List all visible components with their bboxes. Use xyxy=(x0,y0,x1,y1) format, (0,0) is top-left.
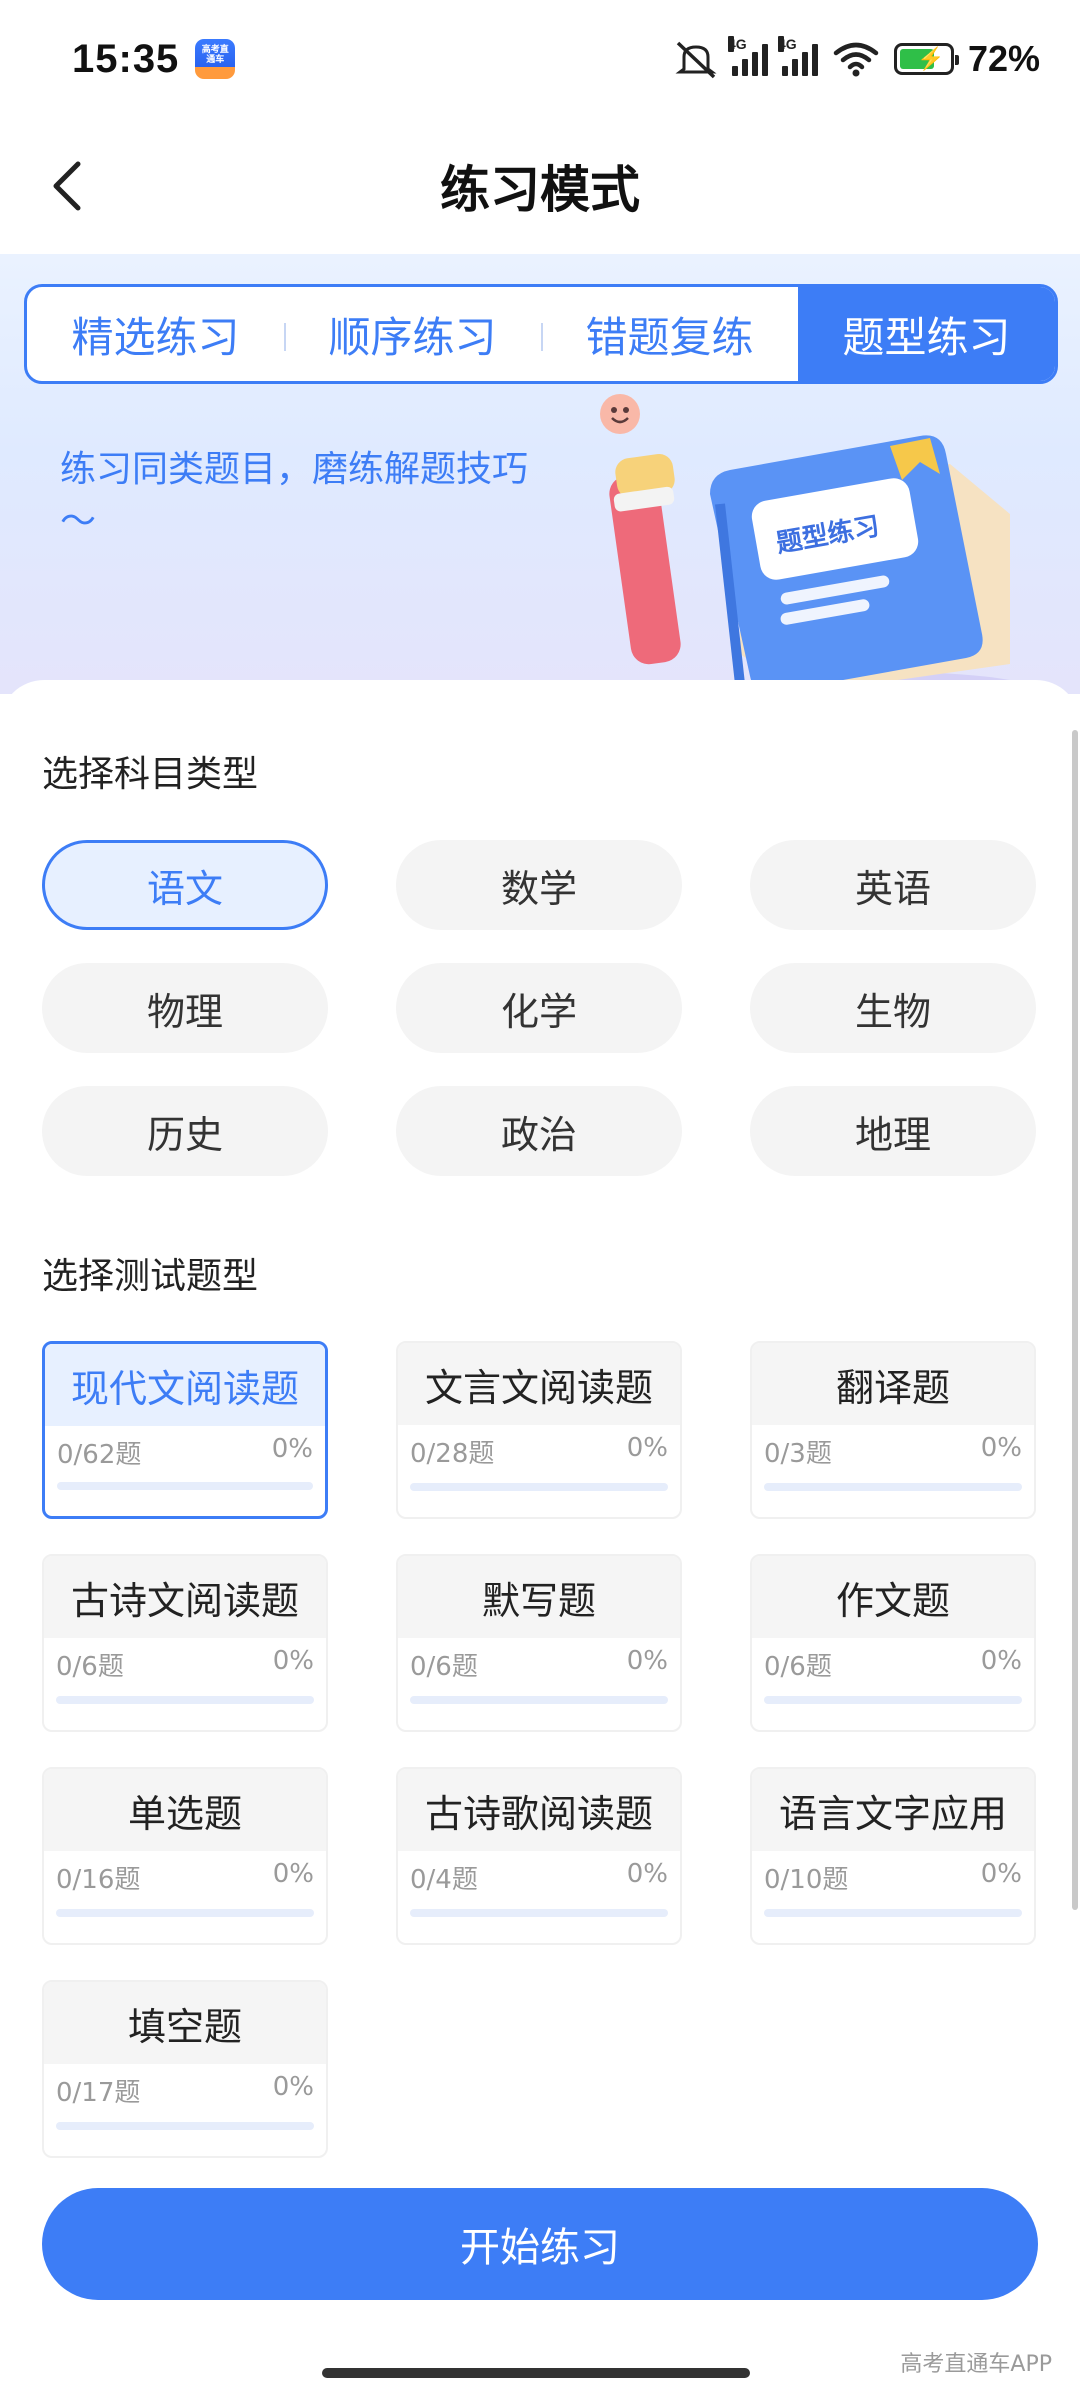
practice-mode-tabs: 精选练习 顺序练习 错题复练 题型练习 xyxy=(24,284,1058,384)
progress-percent: 0% xyxy=(980,1859,1022,1889)
progress-percent: 0% xyxy=(980,1646,1022,1676)
tab-selected-practice[interactable]: 精选练习 xyxy=(27,287,284,381)
app-notification-icon: 高考直通车 xyxy=(195,39,236,79)
question-type-name: 单选题 xyxy=(44,1769,326,1851)
status-icons: 4G 4G ⚡ 72% xyxy=(674,36,1040,80)
progress-bar xyxy=(56,1696,314,1704)
page-title: 练习模式 xyxy=(440,161,640,219)
question-type-card[interactable]: 文言文阅读题 0/28题 0% xyxy=(396,1341,682,1519)
scrollbar[interactable] xyxy=(1072,730,1078,1910)
question-type-name: 默写题 xyxy=(398,1556,680,1638)
battery-charging-icon: ⚡ xyxy=(893,43,959,75)
question-count: 0/62题 xyxy=(57,1440,142,1470)
status-time: 15:35 xyxy=(72,36,180,81)
question-count: 0/28题 xyxy=(410,1439,495,1469)
network-type-label: 4G xyxy=(727,36,747,52)
question-type-section-title: 选择测试题型 xyxy=(42,1256,259,1297)
start-practice-button[interactable]: 开始练习 xyxy=(42,2188,1038,2300)
wifi-icon xyxy=(832,41,880,77)
signal-icon: 4G xyxy=(777,36,818,76)
subject-geography[interactable]: 地理 xyxy=(750,1086,1036,1176)
progress-percent: 0% xyxy=(980,1433,1022,1463)
navigation-bar: 练习模式 xyxy=(0,118,1080,254)
tab-question-type-practice[interactable]: 题型练习 xyxy=(798,287,1055,381)
progress-bar xyxy=(57,1482,313,1490)
progress-bar xyxy=(410,1909,668,1917)
question-type-card[interactable]: 单选题 0/16题 0% xyxy=(42,1767,328,1945)
question-type-card[interactable]: 作文题 0/6题 0% xyxy=(750,1554,1036,1732)
progress-bar xyxy=(56,2122,314,2130)
progress-bar xyxy=(410,1483,668,1491)
progress-bar xyxy=(764,1909,1022,1917)
question-type-name: 古诗歌阅读题 xyxy=(398,1769,680,1851)
subject-math[interactable]: 数学 xyxy=(396,840,682,930)
progress-percent: 0% xyxy=(626,1433,668,1463)
subject-chinese[interactable]: 语文 xyxy=(42,840,328,930)
progress-percent: 0% xyxy=(272,1646,314,1676)
subject-biology[interactable]: 生物 xyxy=(750,963,1036,1053)
question-type-card[interactable]: 语言文字应用 0/10题 0% xyxy=(750,1767,1036,1945)
progress-bar xyxy=(410,1696,668,1704)
question-count: 0/17题 xyxy=(56,2078,141,2108)
question-type-name: 填空题 xyxy=(44,1982,326,2064)
progress-percent: 0% xyxy=(626,1859,668,1889)
progress-percent: 0% xyxy=(272,2072,314,2102)
book-pencil-illustration: 题型练习 xyxy=(600,394,1030,694)
watermark: 高考直通车APP xyxy=(900,2352,1052,2377)
progress-bar xyxy=(56,1909,314,1917)
question-count: 0/3题 xyxy=(764,1439,832,1469)
question-type-card[interactable]: 古诗歌阅读题 0/4题 0% xyxy=(396,1767,682,1945)
question-count: 0/4题 xyxy=(410,1865,478,1895)
subject-physics[interactable]: 物理 xyxy=(42,963,328,1053)
question-count: 0/10题 xyxy=(764,1865,849,1895)
question-type-name: 作文题 xyxy=(752,1556,1034,1638)
question-count: 0/6题 xyxy=(56,1652,124,1682)
question-type-card[interactable]: 现代文阅读题 0/62题 0% xyxy=(42,1341,328,1519)
app-icon-label: 高考直通车 xyxy=(201,44,229,64)
question-count: 0/6题 xyxy=(764,1652,832,1682)
tab-mistake-review[interactable]: 错题复练 xyxy=(541,287,798,381)
network-type-label: 4G xyxy=(777,36,797,52)
question-type-name: 语言文字应用 xyxy=(752,1769,1034,1851)
question-type-card[interactable]: 默写题 0/6题 0% xyxy=(396,1554,682,1732)
progress-percent: 0% xyxy=(271,1434,313,1464)
question-type-name: 现代文阅读题 xyxy=(45,1344,325,1426)
question-type-name: 古诗文阅读题 xyxy=(44,1556,326,1638)
status-bar: 15:35 高考直通车 4G 4G ⚡ 72% xyxy=(0,0,1080,118)
question-type-card[interactable]: 填空题 0/17题 0% xyxy=(42,1980,328,2158)
question-type-card[interactable]: 古诗文阅读题 0/6题 0% xyxy=(42,1554,328,1732)
battery-percent: 72% xyxy=(967,38,1040,79)
hero-banner: 精选练习 顺序练习 错题复练 题型练习 练习同类题目，磨练解题技巧～ 题型练习 xyxy=(0,254,1080,694)
chevron-left-icon xyxy=(53,161,81,211)
subject-politics[interactable]: 政治 xyxy=(396,1086,682,1176)
progress-percent: 0% xyxy=(626,1646,668,1676)
progress-bar xyxy=(764,1483,1022,1491)
subject-history[interactable]: 历史 xyxy=(42,1086,328,1176)
subject-chemistry[interactable]: 化学 xyxy=(396,963,682,1053)
question-type-card[interactable]: 翻译题 0/3题 0% xyxy=(750,1341,1036,1519)
home-indicator[interactable] xyxy=(322,2368,750,2378)
hero-description: 练习同类题目，磨练解题技巧～ xyxy=(60,449,529,542)
tab-sequential-practice[interactable]: 顺序练习 xyxy=(284,287,541,381)
question-type-name: 翻译题 xyxy=(752,1343,1034,1425)
subject-section-title: 选择科目类型 xyxy=(42,754,259,795)
progress-bar xyxy=(764,1696,1022,1704)
question-count: 0/6题 xyxy=(410,1652,478,1682)
back-button[interactable] xyxy=(36,154,100,218)
subject-english[interactable]: 英语 xyxy=(750,840,1036,930)
progress-percent: 0% xyxy=(272,1859,314,1889)
mute-icon xyxy=(674,39,718,79)
signal-icon: 4G xyxy=(727,36,768,76)
question-count: 0/16题 xyxy=(56,1865,141,1895)
question-type-name: 文言文阅读题 xyxy=(398,1343,680,1425)
